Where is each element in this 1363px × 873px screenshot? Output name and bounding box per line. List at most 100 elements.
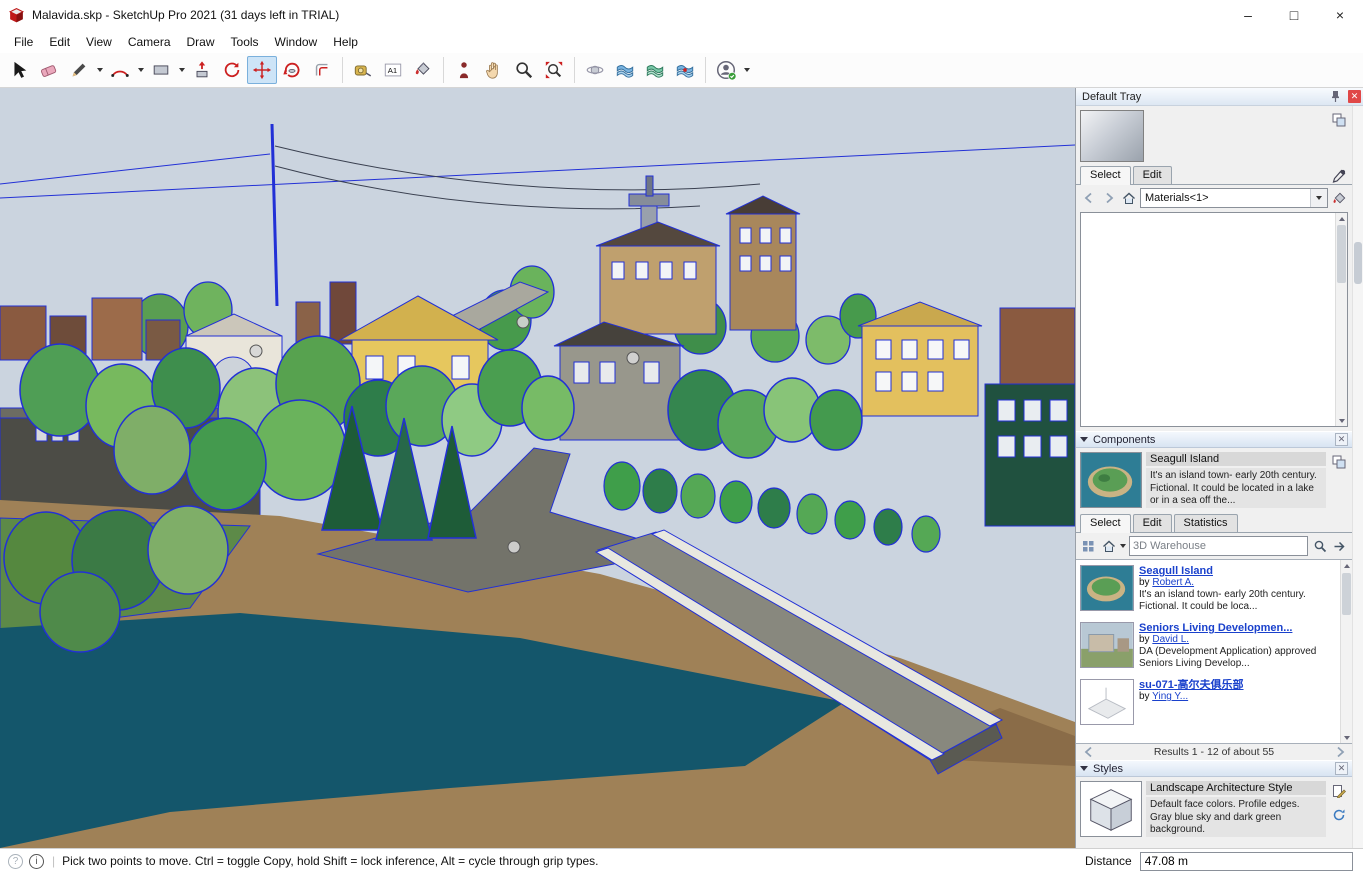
results-scrollbar[interactable]: [1340, 560, 1352, 743]
tool-push-pull-button[interactable]: [187, 56, 217, 84]
result-link[interactable]: Seniors Living Developmen...: [1139, 622, 1338, 634]
collapse-triangle-icon[interactable]: [1080, 766, 1088, 771]
list-item[interactable]: Seagull Island by Robert A. It's an isla…: [1076, 560, 1340, 617]
tool-pan-button[interactable]: [479, 56, 509, 84]
collapse-triangle-icon[interactable]: [1080, 437, 1088, 442]
components-section-header[interactable]: Components ✕: [1076, 431, 1352, 448]
menu-help[interactable]: Help: [325, 32, 366, 52]
result-thumbnail[interactable]: [1080, 679, 1134, 725]
rectangle-dropdown[interactable]: [176, 56, 187, 84]
result-author-link[interactable]: Robert A.: [1152, 577, 1194, 588]
result-author-link[interactable]: David L.: [1152, 634, 1189, 645]
components-tab-select[interactable]: Select: [1080, 514, 1131, 533]
tool-sandbox-smoove-button[interactable]: [670, 56, 700, 84]
tool-zoom-extents-button[interactable]: [539, 56, 569, 84]
result-link[interactable]: su-071-高尔夫俱乐部: [1139, 679, 1338, 691]
account-button[interactable]: [711, 56, 741, 84]
tool-tape-measure-button[interactable]: [348, 56, 378, 84]
scrollbar-thumb[interactable]: [1337, 225, 1346, 283]
geolocation-help-icon[interactable]: ?: [8, 853, 23, 869]
eyedropper-icon[interactable]: [1330, 167, 1348, 184]
result-thumbnail[interactable]: [1080, 622, 1134, 668]
home-icon[interactable]: [1100, 538, 1117, 555]
tray-scrollbar-thumb[interactable]: [1354, 242, 1362, 284]
style-preview-thumbnail[interactable]: [1080, 781, 1142, 837]
materials-tab-select[interactable]: Select: [1080, 166, 1131, 185]
paint-bucket-small-icon[interactable]: [1331, 190, 1348, 207]
tray-scrollbar[interactable]: [1352, 106, 1363, 848]
info-icon[interactable]: i: [29, 853, 44, 869]
tool-zoom-button[interactable]: [509, 56, 539, 84]
account-dropdown[interactable]: [741, 56, 752, 84]
measurement-input[interactable]: [1139, 851, 1353, 871]
model-viewport[interactable]: [0, 88, 1075, 848]
viewport-scene[interactable]: [0, 88, 1075, 848]
menu-file[interactable]: File: [6, 32, 41, 52]
scroll-down-icon[interactable]: [1341, 732, 1352, 743]
tool-follow-me-button[interactable]: [217, 56, 247, 84]
list-item[interactable]: su-071-高尔夫俱乐部 by Ying Y...: [1076, 674, 1340, 729]
result-link[interactable]: Seagull Island: [1139, 565, 1338, 577]
style-edit-icon[interactable]: [1330, 782, 1348, 799]
menu-window[interactable]: Window: [267, 32, 326, 52]
scroll-up-icon[interactable]: [1336, 213, 1347, 224]
list-item[interactable]: Seniors Living Developmen... by David L.…: [1076, 617, 1340, 674]
tray-close-button[interactable]: ✕: [1348, 90, 1361, 103]
components-tab-edit[interactable]: Edit: [1132, 514, 1172, 532]
results-next-icon[interactable]: [1331, 744, 1348, 761]
tool-sandbox-from-contours-button[interactable]: [610, 56, 640, 84]
tool-rotate-button[interactable]: [277, 56, 307, 84]
chevron-down-icon[interactable]: [1120, 544, 1126, 548]
arc-dropdown[interactable]: [135, 56, 146, 84]
tool-text-button[interactable]: A1: [378, 56, 408, 84]
secondary-pane-icon[interactable]: [1330, 453, 1348, 470]
scrollbar-thumb[interactable]: [1342, 573, 1351, 615]
forward-icon[interactable]: [1100, 190, 1117, 207]
components-close-icon[interactable]: ✕: [1335, 433, 1348, 446]
tool-arc-button[interactable]: [105, 56, 135, 84]
tool-position-camera-button[interactable]: [449, 56, 479, 84]
warehouse-search-input[interactable]: [1129, 536, 1308, 556]
material-preview-thumbnail[interactable]: [1080, 110, 1144, 162]
link-arrow-icon[interactable]: [1331, 538, 1348, 555]
menu-camera[interactable]: Camera: [120, 32, 179, 52]
scroll-up-icon[interactable]: [1341, 560, 1352, 571]
back-icon[interactable]: [1080, 190, 1097, 207]
styles-section-header[interactable]: Styles ✕: [1076, 760, 1352, 777]
search-icon[interactable]: [1311, 538, 1328, 555]
materials-list[interactable]: [1080, 212, 1348, 427]
materials-tab-edit[interactable]: Edit: [1132, 166, 1172, 184]
tool-select-button[interactable]: [4, 56, 34, 84]
close-button[interactable]: ×: [1317, 0, 1363, 30]
minimize-button[interactable]: –: [1225, 0, 1271, 30]
menu-edit[interactable]: Edit: [41, 32, 78, 52]
materials-list-scrollbar[interactable]: [1335, 213, 1347, 426]
tool-sandbox-from-scratch-button[interactable]: [640, 56, 670, 84]
result-author-link[interactable]: Ying Y...: [1152, 691, 1188, 702]
materials-collection-dropdown[interactable]: Materials<1>: [1140, 188, 1328, 208]
secondary-pane-icon[interactable]: [1330, 111, 1348, 128]
tool-offset-button[interactable]: [307, 56, 337, 84]
components-tab-statistics[interactable]: Statistics: [1173, 514, 1238, 532]
tool-orbit-button[interactable]: [580, 56, 610, 84]
scroll-down-icon[interactable]: [1336, 415, 1347, 426]
component-preview-thumbnail[interactable]: [1080, 452, 1142, 508]
menu-tools[interactable]: Tools: [223, 32, 267, 52]
tool-move-button[interactable]: [247, 56, 277, 84]
results-prev-icon[interactable]: [1080, 744, 1097, 761]
result-thumbnail[interactable]: [1080, 565, 1134, 611]
menu-draw[interactable]: Draw: [179, 32, 223, 52]
line-dropdown[interactable]: [94, 56, 105, 84]
home-icon[interactable]: [1120, 190, 1137, 207]
view-options-icon[interactable]: [1080, 538, 1097, 555]
maximize-button[interactable]: □: [1271, 0, 1317, 30]
tool-eraser-button[interactable]: [34, 56, 64, 84]
pin-icon[interactable]: [1326, 88, 1344, 105]
gray-house[interactable]: [553, 321, 685, 441]
style-refresh-icon[interactable]: [1330, 806, 1348, 823]
tool-rectangle-button[interactable]: [146, 56, 176, 84]
styles-close-icon[interactable]: ✕: [1335, 762, 1348, 775]
tool-line-button[interactable]: [64, 56, 94, 84]
tool-paint-bucket-button[interactable]: [408, 56, 438, 84]
menu-view[interactable]: View: [78, 32, 120, 52]
